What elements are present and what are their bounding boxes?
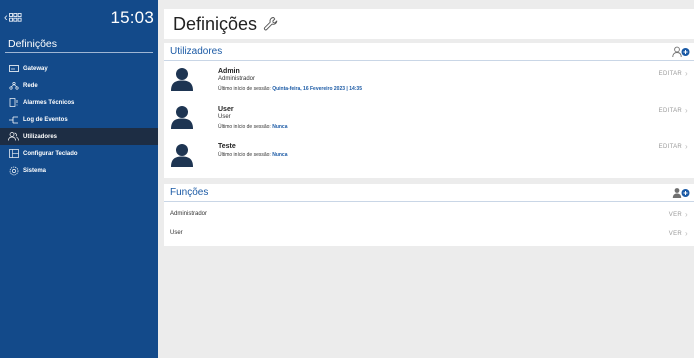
sidebar-item-configurar-teclado[interactable]: Configurar Teclado xyxy=(0,145,158,162)
function-label: User xyxy=(170,229,183,236)
function-label: Administrador xyxy=(170,210,208,217)
user-row-teste: Teste Último início de sessão: Nunca EDI… xyxy=(164,139,694,175)
sidebar-item-label: Configurar Teclado xyxy=(23,150,78,157)
keyboard-icon xyxy=(8,149,19,159)
chevron-right-icon: › xyxy=(685,210,688,219)
last-login-value: Nunca xyxy=(272,124,288,130)
sidebar-item-log-de-eventos[interactable]: Log de Eventos xyxy=(0,111,158,128)
user-role: Administrador xyxy=(218,76,256,82)
users-panel-title: Utilizadores xyxy=(170,46,223,57)
user-name: Teste xyxy=(218,143,236,150)
user-role: User xyxy=(218,114,231,120)
chevron-left-icon: ‹ xyxy=(4,11,8,24)
add-role-icon xyxy=(672,187,690,198)
add-function-button[interactable] xyxy=(672,187,690,199)
edit-user-button[interactable]: EDITAR › xyxy=(659,106,688,115)
wrench-icon xyxy=(264,17,278,31)
sidebar: ‹ 15:03 Definições Gateway Rede Alarmes … xyxy=(0,0,158,358)
technical-alarm-icon xyxy=(8,98,19,108)
view-label: VER xyxy=(668,211,683,218)
user-last-login: Último início de sessão: Nunca xyxy=(218,152,287,158)
sidebar-item-label: Sistema xyxy=(23,167,47,174)
sidebar-item-rede[interactable]: Rede xyxy=(0,77,158,94)
user-name: User xyxy=(218,106,234,113)
user-last-login: Último início de sessão: Nunca xyxy=(218,124,287,130)
function-row-user[interactable]: User VER › xyxy=(164,223,694,242)
clock: 15:03 xyxy=(110,7,154,27)
edit-user-button[interactable]: EDITAR › xyxy=(659,142,688,151)
sidebar-item-alarmes-tecnicos[interactable]: Alarmes Técnicos xyxy=(0,94,158,111)
view-label: VER xyxy=(668,230,683,237)
last-login-label: Último início de sessão: xyxy=(218,86,271,92)
sidebar-item-utilizadores[interactable]: Utilizadores xyxy=(0,128,158,145)
page-header: Definições xyxy=(164,9,694,39)
user-last-login: Último início de sessão: Quinta-feira, 1… xyxy=(218,86,362,92)
function-row-administrador[interactable]: Administrador VER › xyxy=(164,204,694,223)
last-login-label: Último início de sessão: xyxy=(218,124,271,130)
user-row-user: User User Último início de sessão: Nunca… xyxy=(164,101,694,139)
sidebar-item-label: Log de Eventos xyxy=(23,116,68,123)
last-login-value: Nunca xyxy=(272,152,288,158)
users-panel-header: Utilizadores xyxy=(164,43,694,61)
chevron-right-icon: › xyxy=(685,142,688,151)
functions-panel: Funções Administrador VER › User VER › xyxy=(164,184,694,246)
page-title: Definições xyxy=(173,13,258,34)
back-to-home-button[interactable]: ‹ xyxy=(4,12,22,24)
add-user-button[interactable] xyxy=(672,46,690,58)
sidebar-header: ‹ 15:03 xyxy=(0,0,158,35)
gateway-icon xyxy=(8,64,19,74)
last-login-label: Último início de sessão: xyxy=(218,152,271,158)
user-name: Admin xyxy=(218,68,240,75)
chevron-right-icon: › xyxy=(685,229,688,238)
app-window: ‹ 15:03 Definições Gateway Rede Alarmes … xyxy=(0,0,694,358)
network-icon xyxy=(8,81,19,91)
sidebar-item-label: Utilizadores xyxy=(23,133,58,140)
user-avatar-icon xyxy=(171,68,193,91)
functions-panel-header: Funções xyxy=(164,184,694,202)
edit-label: EDITAR xyxy=(658,143,683,150)
users-icon xyxy=(8,132,19,142)
sidebar-item-gateway[interactable]: Gateway xyxy=(0,60,158,77)
sidebar-item-sistema[interactable]: Sistema xyxy=(0,162,158,179)
edit-label: EDITAR xyxy=(658,70,683,77)
system-gear-icon xyxy=(8,166,19,176)
sidebar-item-label: Rede xyxy=(23,82,38,89)
chevron-right-icon: › xyxy=(685,69,688,78)
edit-label: EDITAR xyxy=(658,107,683,114)
main-content: Definições Utilizadores Admin Administra… xyxy=(164,0,694,358)
user-avatar-icon xyxy=(171,144,193,167)
view-function-button[interactable]: VER › xyxy=(669,210,688,219)
sidebar-title: Definições xyxy=(5,35,153,53)
sidebar-item-label: Alarmes Técnicos xyxy=(23,99,75,106)
functions-panel-title: Funções xyxy=(170,187,209,198)
last-login-value: Quinta-feira, 16 Fevereiro 2023 | 14:35 xyxy=(272,86,362,92)
chevron-right-icon: › xyxy=(685,106,688,115)
sidebar-item-label: Gateway xyxy=(23,65,48,72)
add-user-icon xyxy=(672,46,690,57)
view-function-button[interactable]: VER › xyxy=(669,229,688,238)
event-log-icon xyxy=(8,115,19,125)
user-row-admin: Admin Administrador Último início de ses… xyxy=(164,61,694,101)
edit-user-button[interactable]: EDITAR › xyxy=(659,69,688,78)
users-panel: Utilizadores Admin Administrador Último … xyxy=(164,43,694,178)
apps-grid-icon xyxy=(8,13,22,22)
user-avatar-icon xyxy=(171,106,193,129)
